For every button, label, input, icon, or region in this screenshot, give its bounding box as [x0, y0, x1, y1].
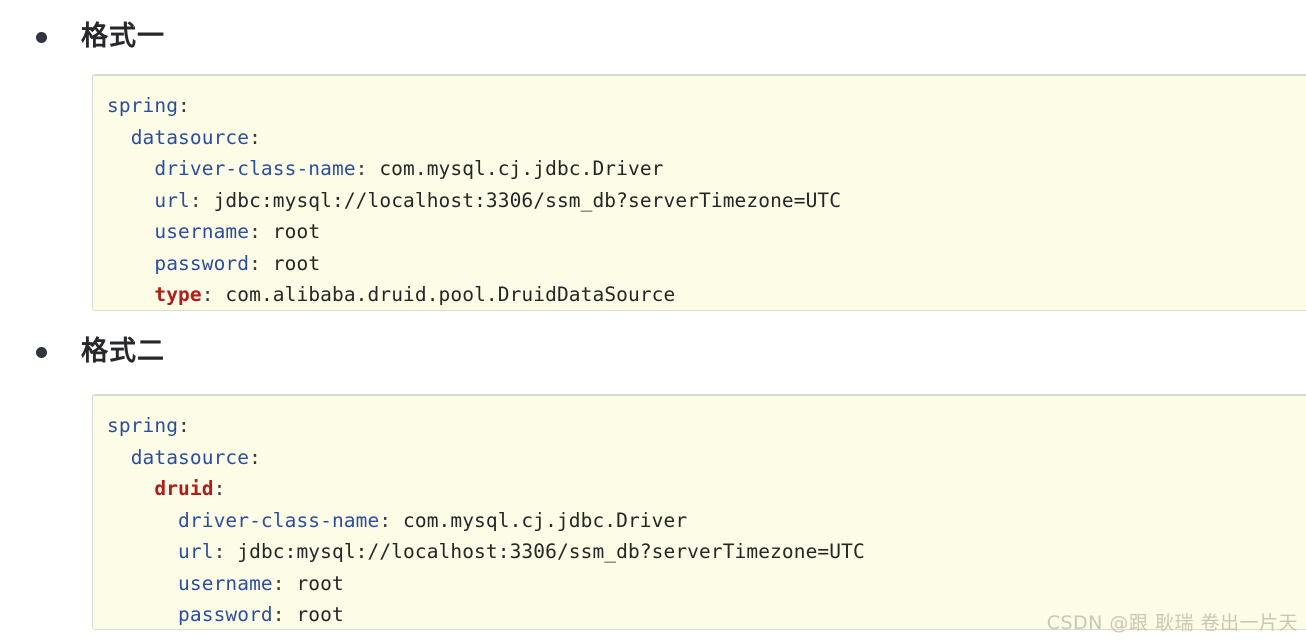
code-token-key: druid	[154, 477, 214, 500]
code-token-colon: :	[249, 251, 261, 275]
code-token-key: type	[154, 283, 202, 306]
list-item-heading-format-two: 格式二	[36, 337, 165, 367]
code-token-colon: :	[272, 571, 285, 595]
code-token-colon: :	[178, 414, 190, 437]
code-token-colon: :	[213, 540, 226, 563]
code-token-colon: :	[249, 220, 261, 243]
code-line: spring:	[107, 90, 1306, 122]
code-line: druid:	[107, 473, 1306, 505]
code-token-key: username	[178, 571, 273, 595]
code-token-value: root	[260, 220, 321, 243]
code-line: driver-class-name: com.mysql.cj.jdbc.Dri…	[107, 505, 1306, 537]
code-token-colon: :	[189, 188, 202, 212]
code-token-key: url	[154, 188, 190, 212]
code-token-value: com.alibaba.druid.pool.DruidDataSource	[213, 283, 676, 306]
code-line: password: root	[107, 599, 1306, 629]
code-content-format-one: spring: datasource: driver-class-name: c…	[93, 90, 1306, 310]
code-token-key: username	[154, 220, 250, 243]
code-token-key: driver-class-name	[154, 157, 356, 180]
code-token-key: url	[178, 540, 214, 563]
code-token-value: root	[284, 571, 344, 595]
code-block-format-one: spring: datasource: driver-class-name: c…	[92, 74, 1306, 311]
code-token-value: root	[284, 603, 344, 626]
code-token-colon: :	[379, 508, 392, 532]
code-line: type: com.alibaba.druid.pool.DruidDataSo…	[107, 279, 1306, 310]
code-token-colon: :	[201, 283, 214, 306]
code-token-colon: :	[213, 477, 226, 500]
document-page: 格式一 spring: datasource: driver-class-nam…	[0, 0, 1306, 643]
code-block-format-two: spring: datasource: druid: driver-class-…	[92, 394, 1306, 630]
code-line: url: jdbc:mysql://localhost:3306/ssm_db?…	[107, 536, 1306, 568]
code-token-key: datasource	[130, 445, 250, 469]
code-token-colon: :	[249, 125, 261, 149]
code-line: datasource:	[107, 442, 1306, 474]
code-token-key: driver-class-name	[178, 508, 380, 532]
code-token-colon: :	[249, 445, 261, 469]
code-token-key: password	[178, 603, 273, 626]
code-token-key: spring	[107, 414, 179, 437]
code-line: password: root	[107, 248, 1306, 280]
code-line: datasource:	[107, 122, 1306, 154]
code-line: username: root	[107, 216, 1306, 248]
heading-label: 格式一	[81, 21, 165, 52]
code-token-key: password	[154, 251, 250, 275]
code-token-colon: :	[178, 94, 190, 117]
list-item-heading-format-one: 格式一	[36, 22, 165, 52]
code-content-format-two: spring: datasource: druid: driver-class-…	[93, 410, 1306, 629]
code-token-value: jdbc:mysql://localhost:3306/ssm_db?serve…	[225, 540, 865, 563]
code-line: spring:	[107, 410, 1306, 442]
code-token-key: datasource	[130, 125, 250, 149]
code-line: username: root	[107, 568, 1306, 600]
code-token-colon: :	[355, 157, 368, 180]
code-token-key: spring	[107, 94, 179, 117]
code-token-value: root	[260, 251, 321, 275]
code-line: driver-class-name: com.mysql.cj.jdbc.Dri…	[107, 153, 1306, 185]
heading-label: 格式二	[81, 336, 165, 367]
code-token-value: com.mysql.cj.jdbc.Driver	[391, 508, 688, 532]
code-token-colon: :	[272, 603, 285, 626]
code-line: url: jdbc:mysql://localhost:3306/ssm_db?…	[107, 185, 1306, 217]
bullet-dot-icon	[36, 346, 47, 358]
bullet-dot-icon	[36, 31, 47, 43]
code-token-value: jdbc:mysql://localhost:3306/ssm_db?serve…	[201, 188, 842, 212]
code-token-value: com.mysql.cj.jdbc.Driver	[367, 157, 664, 180]
